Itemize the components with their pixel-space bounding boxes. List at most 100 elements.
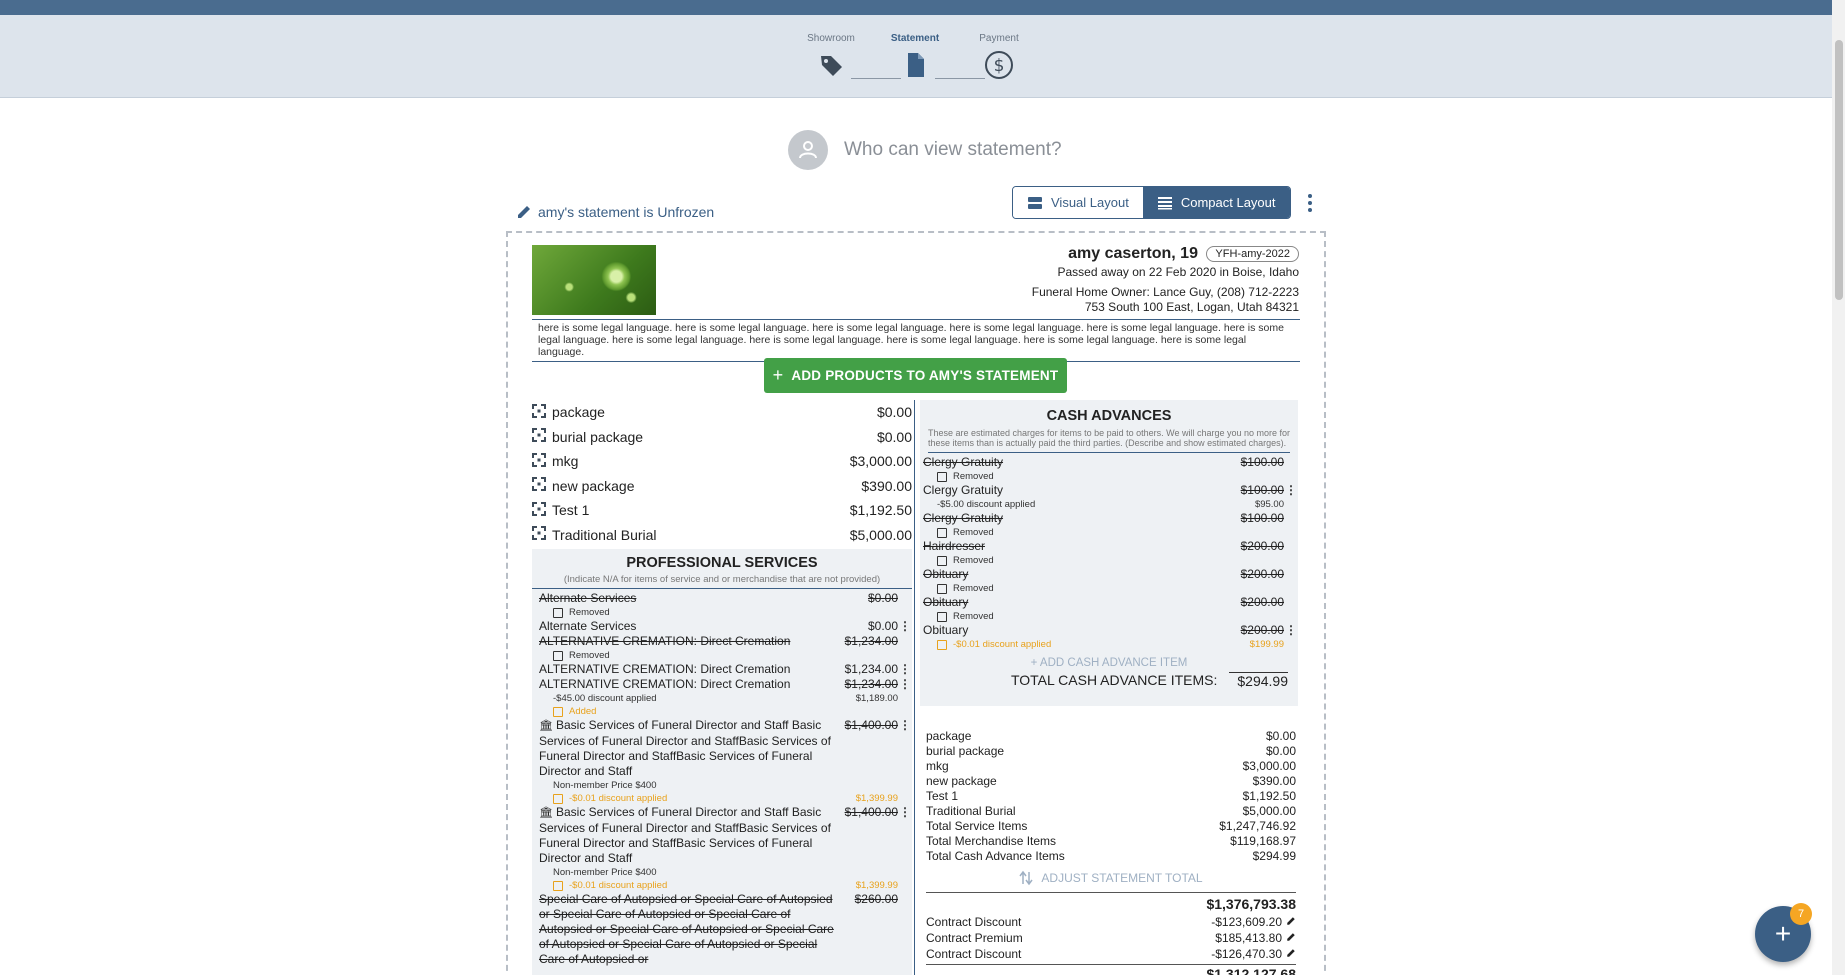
line-item-status: -$5.00 discount applied $95.00: [923, 498, 1298, 511]
package-list: package $0.00 burial package $0.00 mkg $3,000…: [532, 400, 912, 547]
discount-status: -$0.01 discount applied $1,399.99: [539, 879, 912, 892]
line-item-status-text: Removed: [569, 607, 610, 618]
cash-advance-total: TOTAL CASH ADVANCE ITEMS: $294.99: [920, 672, 1288, 689]
line-item-row[interactable]: Obituary $200.00: [923, 595, 1298, 610]
item-menu-icon[interactable]: ⋮: [898, 662, 912, 677]
step-showroom-label: Showroom: [807, 33, 855, 44]
line-item-row[interactable]: Obituary $200.00: [923, 567, 1298, 582]
item-menu-icon[interactable]: ⋮: [898, 677, 912, 692]
visual-layout-button[interactable]: Visual Layout: [1013, 187, 1143, 218]
package-row[interactable]: burial package $0.00: [532, 425, 912, 450]
more-options-icon[interactable]: [1304, 192, 1316, 214]
line-item-row[interactable]: ALTERNATIVE CREMATION: Direct Cremation $…: [539, 677, 912, 692]
line-item: Alternate Services $0.00 ⋮: [532, 619, 912, 634]
pencil-icon[interactable]: [1286, 914, 1296, 930]
line-item-status: Removed: [923, 610, 1298, 623]
discounted-price: $199.99: [1249, 639, 1284, 650]
line-item-status-text: Removed: [953, 471, 994, 482]
discount-status: -$0.01 discount applied $1,399.99: [539, 792, 912, 805]
pencil-icon[interactable]: [1286, 930, 1296, 946]
item-menu-icon[interactable]: ⋮: [898, 619, 912, 634]
add-cash-advance-button[interactable]: + ADD CASH ADVANCE ITEM: [920, 657, 1298, 669]
summary-value: $0.00: [1265, 744, 1296, 758]
pencil-icon[interactable]: [1286, 946, 1296, 962]
adjustment-value: $185,413.80: [1215, 931, 1282, 945]
line-item-status-text: Removed: [569, 650, 610, 661]
line-item-price: $1,234.00: [844, 677, 898, 691]
package-row[interactable]: new package $390.00: [532, 474, 912, 499]
case-id-badge[interactable]: YFH-amy-2022: [1206, 246, 1299, 262]
line-item-status: Removed: [539, 649, 912, 662]
scrollbar-thumb[interactable]: [1835, 40, 1843, 300]
status-icon: [937, 471, 947, 482]
package-row[interactable]: mkg $3,000.00: [532, 449, 912, 474]
summary-value: $1,247,746.92: [1219, 819, 1296, 833]
line-item-row[interactable]: ALTERNATIVE CREMATION: Direct Cremation $…: [539, 662, 912, 677]
line-item-row[interactable]: 🏛 Basic Services of Funeral Director and …: [539, 718, 912, 779]
package-row[interactable]: Traditional Burial $5,000.00: [532, 523, 912, 548]
package-name: burial package: [552, 428, 644, 445]
line-item: Clergy Gratuity $100.00 ⋮ -$5.00 discount a…: [920, 483, 1298, 511]
added-text: Added: [569, 706, 597, 717]
line-item: Hairdresser $200.00 Removed: [920, 539, 1298, 567]
item-menu-icon[interactable]: ⋮: [898, 805, 912, 866]
bank-icon: 🏛: [539, 807, 553, 819]
line-item-row[interactable]: Special Care of Autopsied or Special Car…: [539, 892, 912, 967]
line-item-row[interactable]: Hairdresser $200.00: [923, 539, 1298, 554]
page-scrollbar[interactable]: [1832, 0, 1845, 975]
dollar-icon: $: [985, 51, 1013, 79]
viewer-placeholder[interactable]: Who can view statement?: [844, 139, 1062, 161]
non-member-price-note: Non-member Price $400: [553, 780, 657, 791]
add-products-button[interactable]: + ADD PRODUCTS TO AMY'S STATEMENT: [764, 358, 1067, 393]
item-menu-icon[interactable]: ⋮: [1284, 623, 1298, 638]
sort-arrows-icon: [1019, 870, 1034, 886]
line-item-row[interactable]: Alternate Services $0.00: [539, 591, 912, 606]
funeral-home-owner: Funeral Home Owner: Lance Guy, (208) 712…: [1031, 285, 1299, 300]
line-item-status-text: Removed: [953, 611, 994, 622]
line-item-status: Removed: [923, 526, 1298, 539]
adjustment-value: -$123,609.20: [1211, 915, 1282, 929]
item-menu-icon[interactable]: ⋮: [898, 718, 912, 779]
statement-subtotal: $1,376,793.38: [926, 892, 1296, 912]
freeze-status-link[interactable]: amy's statement is Unfrozen: [516, 204, 714, 220]
summary-row: Traditional Burial $5,000.00: [926, 804, 1296, 819]
package-icon: [532, 403, 546, 421]
item-menu-icon[interactable]: ⋮: [1284, 483, 1298, 498]
summary-row: new package $390.00: [926, 774, 1296, 789]
discount-text: -$0.01 discount applied: [569, 880, 668, 891]
line-item: 🏛 Basic Services of Funeral Director and …: [532, 718, 912, 805]
list-icon: [1157, 196, 1172, 209]
line-item-row[interactable]: Clergy Gratuity $100.00: [923, 455, 1298, 470]
line-item-name: Clergy Gratuity: [923, 511, 1004, 525]
summary-row: mkg $3,000.00: [926, 759, 1296, 774]
line-item-name: ALTERNATIVE CREMATION: Direct Cremation: [539, 634, 791, 648]
line-item-row[interactable]: Obituary $200.00 ⋮: [923, 623, 1298, 638]
compact-layout-button[interactable]: Compact Layout: [1142, 187, 1290, 218]
step-showroom[interactable]: Showroom: [791, 33, 871, 80]
step-payment[interactable]: Payment $: [959, 33, 1039, 80]
line-item: Obituary $200.00 Removed: [920, 595, 1298, 623]
line-item-row[interactable]: Clergy Gratuity $100.00 ⋮: [923, 483, 1298, 498]
line-item-price: $260.00: [854, 892, 898, 906]
line-item-status-text: Removed: [953, 527, 994, 538]
line-item-row[interactable]: Clergy Gratuity $100.00: [923, 511, 1298, 526]
package-row[interactable]: package $0.00: [532, 400, 912, 425]
adjust-total-label: ADJUST STATEMENT TOTAL: [1041, 871, 1203, 885]
line-item: ALTERNATIVE CREMATION: Direct Cremation $…: [532, 662, 912, 677]
line-item-row[interactable]: ALTERNATIVE CREMATION: Direct Cremation $…: [539, 634, 912, 649]
summary-row: Total Service Items $1,247,746.92: [926, 819, 1296, 834]
line-item-row[interactable]: Alternate Services $0.00 ⋮: [539, 619, 912, 634]
discounted-price: $1,399.99: [855, 880, 898, 891]
line-item-name: Special Care of Autopsied or Special Car…: [539, 892, 834, 966]
line-item-price: $1,400.00: [844, 718, 898, 732]
package-name: mkg: [552, 453, 579, 470]
adjust-total-button[interactable]: ADJUST STATEMENT TOTAL: [926, 870, 1296, 886]
step-statement[interactable]: Statement: [875, 33, 955, 80]
summary-row: Test 1 $1,192.50: [926, 789, 1296, 804]
statement-viewers[interactable]: Who can view statement?: [788, 130, 1062, 170]
summary-label: package: [926, 729, 972, 743]
line-item-row[interactable]: 🏛 Basic Services of Funeral Director and …: [539, 805, 912, 866]
package-row[interactable]: Test 1 $1,192.50: [532, 498, 912, 523]
